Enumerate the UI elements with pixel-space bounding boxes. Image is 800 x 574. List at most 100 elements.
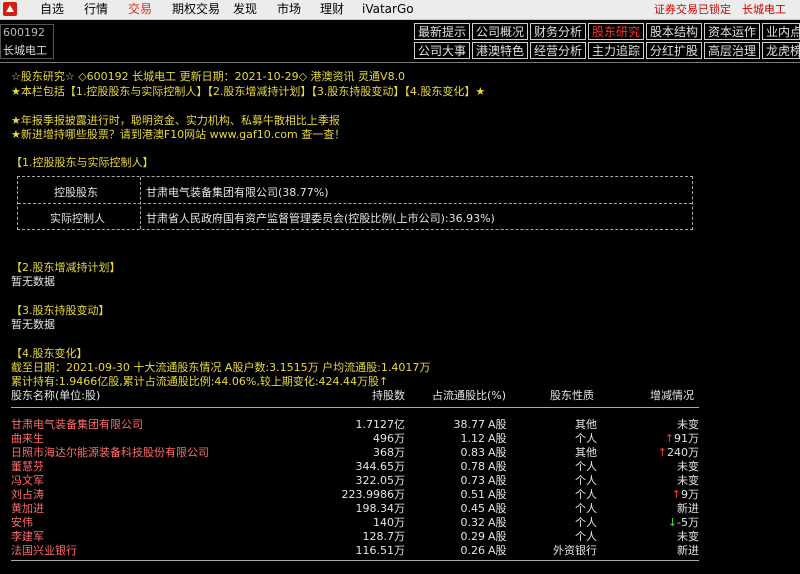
change-value: 91万 (674, 432, 699, 445)
shareholder-pct: 0.32 (460, 516, 486, 529)
menu-item-quotes[interactable]: 行情 (84, 2, 108, 17)
arrow-down-icon: ↓ (667, 516, 678, 529)
tab-major-events[interactable]: 公司大事 (414, 42, 470, 59)
tab-dragon-tiger[interactable]: 龙虎榜单 (762, 42, 800, 59)
section2-body: 暂无数据 (11, 275, 55, 288)
change-value: 9万 (681, 488, 699, 501)
shareholder-nature: 个人 (575, 474, 597, 487)
shareholder-share-type: A股 (488, 488, 507, 501)
shareholder-holding: 140万 (373, 516, 405, 529)
tab-company-overview[interactable]: 公司概况 (472, 23, 528, 40)
shareholder-change: ↑240万 (658, 446, 699, 459)
shareholder-holding: 496万 (373, 432, 405, 445)
menu-item-watchlist[interactable]: 自选 (40, 2, 64, 17)
shareholder-change: 未变 (677, 474, 699, 487)
shareholder-name: 黄加进 (11, 502, 44, 515)
shareholder-nature: 其他 (575, 418, 597, 431)
tab-financial-analysis[interactable]: 财务分析 (530, 23, 586, 40)
menu-item-finance[interactable]: 理财 (320, 2, 344, 17)
shareholder-holding: 116.51万 (355, 544, 406, 557)
tab-main-force-tracking[interactable]: 主力追踪 (588, 42, 644, 59)
section3-title: 【3.股东持股变动】 (11, 304, 110, 317)
shareholder-change: ↑9万 (672, 488, 699, 501)
shareholder-pct: 0.83 (460, 446, 486, 459)
tab-shareholder-research[interactable]: 股东研究 (588, 23, 644, 40)
tab-dividends[interactable]: 分红扩股 (646, 42, 702, 59)
shareholder-table-header: 股东名称(单位:股) 持股数 占流通股比(%) 股东性质 增减情况 (0, 389, 800, 402)
shareholder-pct: 0.51 (460, 488, 486, 501)
col-header-pct: 占流通股比(%) (432, 389, 507, 402)
table-row[interactable]: 安伟 140万 0.32 A股 个人 ↓-5万 (0, 516, 800, 529)
tab-business-analysis[interactable]: 经营分析 (530, 42, 586, 59)
actual-controller-value: 甘肃省人民政府国有资产监督管理委员会(控股比例(上市公司):36.93%) (146, 212, 495, 225)
current-stock-name: 长城电工 (742, 3, 786, 16)
col-header-hold: 持股数 (372, 389, 405, 402)
shareholder-holding: 223.9986万 (341, 488, 406, 501)
section2-title: 【2.股东增减持计划】 (11, 261, 121, 274)
shareholder-change: ↓-5万 (668, 516, 699, 529)
shareholder-name: 董慧芬 (11, 460, 44, 473)
table-row[interactable]: 日照市海达尔能源装备科技股份有限公司 368万 0.83 A股 其他 ↑240万 (0, 446, 800, 459)
header-divider (0, 62, 800, 63)
shareholder-share-type: A股 (488, 432, 507, 445)
menu-item-ivatargo[interactable]: iVatarGo (362, 2, 414, 17)
shareholder-nature: 个人 (575, 530, 597, 543)
tab-industry-review[interactable]: 业内点评 (762, 23, 800, 40)
table-row[interactable]: 黄加进 198.34万 0.45 A股 个人 新进 (0, 502, 800, 515)
shareholder-name: 法国兴业银行 (11, 544, 77, 557)
table-bottom-divider (11, 560, 699, 561)
menu-item-trade[interactable]: 交易 (128, 2, 152, 17)
shareholder-share-type: A股 (488, 418, 507, 431)
shareholder-name: 冯文军 (11, 474, 44, 487)
table-row[interactable]: 曲来生 496万 1.12 A股 个人 ↑91万 (0, 432, 800, 445)
stock-code-box[interactable]: 600192 长城电工 (0, 24, 54, 59)
shareholder-holding: 128.7万 (362, 530, 406, 543)
table-row[interactable]: 董慧芬 344.65万 0.78 A股 个人 未变 (0, 460, 800, 473)
shareholder-name: 日照市海达尔能源装备科技股份有限公司 (11, 446, 209, 459)
menu-item-market[interactable]: 市场 (277, 2, 301, 17)
section1-title: 【1.控股股东与实际控制人】 (11, 156, 154, 169)
shareholder-change: 新进 (677, 544, 699, 557)
tab-equity-structure[interactable]: 股本结构 (646, 23, 702, 40)
table-row[interactable]: 冯文军 322.05万 0.73 A股 个人 未变 (0, 474, 800, 487)
section3-body: 暂无数据 (11, 318, 55, 331)
tab-capital-operation[interactable]: 资本运作 (704, 23, 760, 40)
menu-item-discover[interactable]: 发现 (233, 2, 257, 17)
shareholder-pct: 38.77 (453, 418, 486, 431)
table-divider (11, 407, 699, 408)
shareholder-change: 未变 (677, 418, 699, 431)
shareholder-name: 甘肃电气装备集团有限公司 (11, 418, 143, 431)
app-logo-icon[interactable] (3, 2, 17, 16)
section4-title: 【4.股东变化】 (11, 347, 88, 360)
table-row[interactable]: 甘肃电气装备集团有限公司 1.7127亿 38.77 A股 其他 未变 (0, 418, 800, 431)
shareholder-pct: 0.78 (460, 460, 486, 473)
shareholder-nature: 个人 (575, 432, 597, 445)
col-header-nature: 股东性质 (550, 389, 594, 402)
promo-line-2[interactable]: ★新进增持哪些股票？请到港澳F10网站 www.gaf10.com 查一查！ (11, 128, 345, 141)
stock-name: 长城电工 (3, 44, 47, 57)
shareholder-nature: 个人 (575, 516, 597, 529)
menu-item-options[interactable]: 期权交易 (172, 2, 220, 17)
stock-code: 600192 (3, 26, 45, 39)
table-row[interactable]: 李建军 128.7万 0.29 A股 个人 未变 (0, 530, 800, 543)
report-header-line: ☆股东研究☆ ◇600192 长城电工 更新日期：2021-10-29◇ 港澳资… (11, 70, 406, 83)
col-header-change: 增减情况 (650, 389, 694, 402)
trade-lock-message[interactable]: 证券交易已锁定 (654, 2, 731, 17)
tab-latest-tips[interactable]: 最新提示 (414, 23, 470, 40)
tab-hk-macau-features[interactable]: 港澳特色 (472, 42, 528, 59)
tab-governance[interactable]: 高层治理 (704, 42, 760, 59)
table-row[interactable]: 刘占涛 223.9986万 0.51 A股 个人 ↑9万 (0, 488, 800, 501)
top-menu-bar: 自选 行情 交易 期权交易 发现 市场 理财 iVatarGo 证券交易已锁定 … (0, 0, 800, 20)
shareholder-holding: 198.34万 (355, 502, 406, 515)
shareholder-name: 刘占涛 (11, 488, 44, 501)
arrow-up-icon: ↑ (671, 488, 681, 501)
shareholder-share-type: A股 (488, 460, 507, 473)
shareholder-holding: 368万 (373, 446, 405, 459)
shareholder-pct: 0.73 (460, 474, 486, 487)
shareholder-name: 李建军 (11, 530, 44, 543)
shareholder-name: 曲来生 (11, 432, 44, 445)
shareholder-holding: 344.65万 (355, 460, 406, 473)
shareholder-share-type: A股 (488, 474, 507, 487)
shareholder-share-type: A股 (488, 544, 507, 557)
table-row[interactable]: 法国兴业银行 116.51万 0.26 A股 外资银行 新进 (0, 544, 800, 557)
